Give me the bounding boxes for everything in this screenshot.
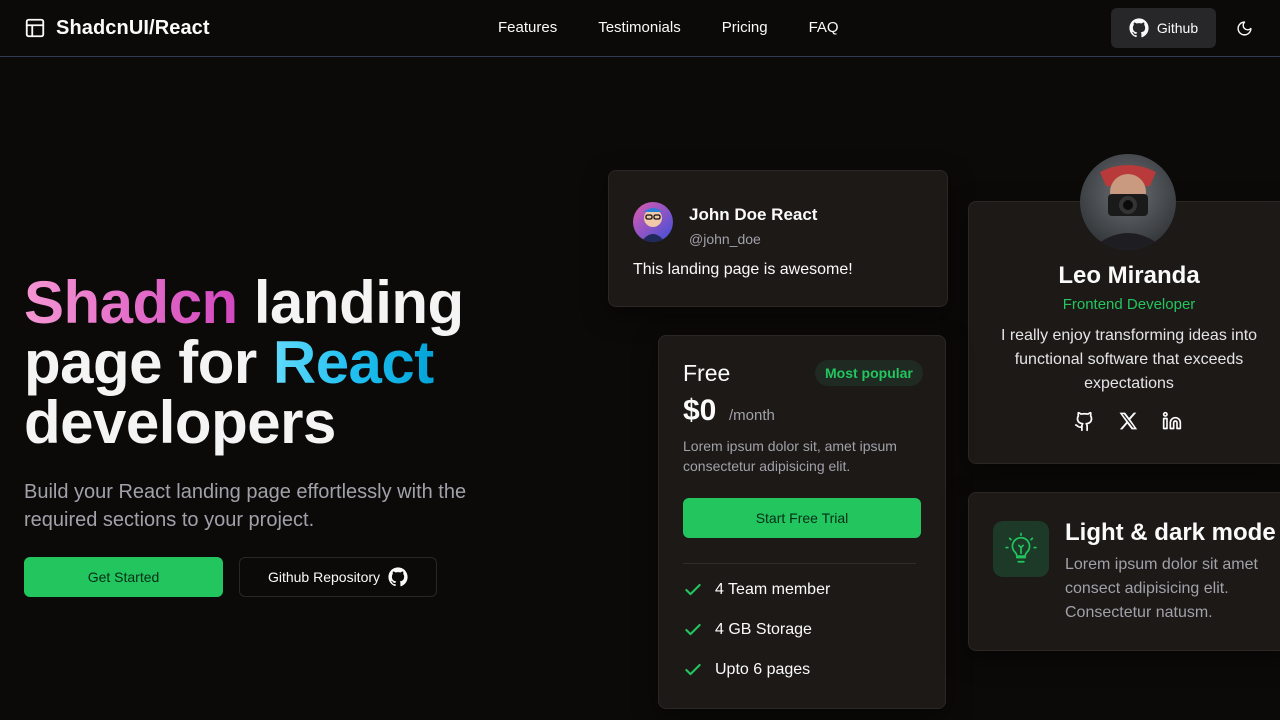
feature-label: 4 Team member: [715, 581, 831, 598]
feature-card: Light & dark mode Lorem ipsum dolor sit …: [968, 492, 1280, 651]
feature-description: Lorem ipsum dolor sit amet consect adipi…: [1065, 556, 1258, 621]
nav-link-faq[interactable]: FAQ: [809, 19, 839, 36]
hero-title: Shadcn landing page for React developers: [24, 273, 584, 453]
list-item: 4 Team member: [683, 580, 830, 600]
github-link[interactable]: [1073, 410, 1095, 432]
testimonial-handle: @john_doe: [689, 231, 761, 247]
list-item: Upto 6 pages: [683, 660, 810, 680]
hero-subtitle: Build your React landing page effortless…: [24, 481, 467, 531]
divider: [683, 563, 916, 564]
hero-title-text-2: developers: [24, 389, 336, 456]
testimonial-name: John Doe React: [689, 205, 818, 224]
pricing-card: Free Most popular $0 /month Lorem ipsum …: [658, 335, 946, 709]
navbar: ShadcnUI/React Features Testimonials Pri…: [0, 0, 1280, 57]
feature-label: 4 GB Storage: [715, 621, 812, 638]
team-member-name: Leo Miranda: [1058, 262, 1200, 289]
avatar: [633, 202, 673, 242]
github-button-label: Github: [1156, 20, 1199, 36]
github-repository-button[interactable]: Github Repository: [239, 557, 437, 597]
feature-label: Upto 6 pages: [715, 661, 811, 678]
github-icon: [1129, 18, 1149, 38]
get-started-button[interactable]: Get Started: [24, 557, 223, 597]
social-links: [1073, 410, 1183, 432]
layout-icon: [25, 18, 45, 38]
feature-title: Light & dark mode: [1065, 519, 1276, 546]
hero-title-highlight-react: React: [272, 329, 434, 396]
lightbulb-icon-container: [993, 521, 1049, 577]
check-icon: [685, 623, 701, 636]
plan-description: Lorem ipsum dolor sit, amet ipsum consec…: [683, 438, 897, 474]
check-icon: [685, 583, 701, 596]
team-member-bio: I really enjoy transforming ideas into f…: [1000, 327, 1258, 392]
nav-link-testimonials[interactable]: Testimonials: [598, 19, 681, 36]
start-free-trial-button[interactable]: Start Free Trial: [683, 498, 921, 538]
brand-logo[interactable]: ShadcnUI/React: [24, 14, 210, 42]
testimonial-card: John Doe React @john_doe This landing pa…: [608, 170, 948, 307]
brand-name: ShadcnUI/React: [56, 16, 210, 39]
linkedin-link[interactable]: [1161, 410, 1183, 432]
nav-links: Features Testimonials Pricing FAQ: [498, 19, 880, 36]
plan-price: $0: [683, 394, 717, 427]
team-member-photo: [1080, 154, 1176, 250]
lightbulb-icon: [1005, 532, 1037, 563]
testimonial-text: This landing page is awesome!: [633, 261, 853, 278]
nav-link-pricing[interactable]: Pricing: [722, 19, 768, 36]
list-item: 4 GB Storage: [683, 620, 812, 640]
linkedin-icon: [1162, 411, 1182, 430]
github-icon: [1074, 411, 1092, 431]
x-icon: [1119, 412, 1138, 430]
x-link[interactable]: [1117, 410, 1139, 432]
moon-icon: [1236, 20, 1252, 36]
nav-link-features[interactable]: Features: [498, 19, 557, 36]
team-member-avatar: [1080, 154, 1176, 250]
plan-title: Free: [683, 360, 731, 386]
plan-period: /month: [729, 407, 775, 424]
github-icon: [388, 567, 408, 587]
github-button[interactable]: Github: [1111, 8, 1216, 48]
github-repository-label: Github Repository: [267, 569, 381, 585]
theme-toggle-button[interactable]: [1228, 12, 1260, 44]
check-icon: [685, 663, 701, 676]
avatar-image: [633, 202, 673, 242]
hero-title-highlight-shadcn: Shadcn: [24, 269, 238, 336]
status-badge: Most popular: [815, 360, 923, 386]
team-member-role: Frontend Developer: [1062, 296, 1196, 313]
